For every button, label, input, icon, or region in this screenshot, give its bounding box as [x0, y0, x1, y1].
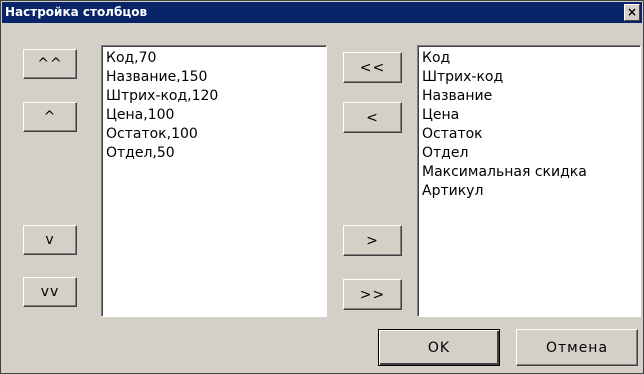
- move-top-button[interactable]: ^^: [23, 49, 77, 79]
- list-item[interactable]: Отдел: [422, 144, 640, 163]
- list-item[interactable]: Название,150: [106, 68, 326, 87]
- window-title: Настройка столбцов: [5, 5, 148, 19]
- list-item[interactable]: Отдел,50: [106, 144, 326, 163]
- add-button[interactable]: <: [343, 102, 402, 133]
- list-item[interactable]: Код,70: [106, 49, 326, 68]
- list-item[interactable]: Название: [422, 87, 640, 106]
- close-button[interactable]: ×: [624, 4, 640, 21]
- list-item[interactable]: Код: [422, 49, 640, 68]
- list-item[interactable]: Штрих-код: [422, 68, 640, 87]
- available-columns-list[interactable]: Код Штрих-код Название Цена Остаток Отде…: [417, 45, 641, 317]
- column-settings-dialog: Настройка столбцов × ^^ ^ v vv Код,70 На…: [0, 0, 644, 374]
- move-bottom-button[interactable]: vv: [23, 277, 77, 307]
- list-item[interactable]: Цена: [422, 106, 640, 125]
- remove-all-button[interactable]: >>: [343, 279, 402, 310]
- list-item[interactable]: Максимальная скидка: [422, 163, 640, 182]
- title-bar: Настройка столбцов ×: [2, 2, 642, 23]
- cancel-button[interactable]: Отмена: [516, 329, 638, 366]
- list-item[interactable]: Артикул: [422, 182, 640, 201]
- ok-button[interactable]: OK: [378, 329, 500, 366]
- move-down-button[interactable]: v: [23, 225, 77, 255]
- list-item[interactable]: Штрих-код,120: [106, 87, 326, 106]
- remove-button[interactable]: >: [343, 225, 402, 256]
- add-all-button[interactable]: <<: [343, 52, 402, 83]
- list-item[interactable]: Остаток: [422, 125, 640, 144]
- move-up-button[interactable]: ^: [23, 102, 77, 132]
- list-item[interactable]: Остаток,100: [106, 125, 326, 144]
- list-item[interactable]: Цена,100: [106, 106, 326, 125]
- selected-columns-list[interactable]: Код,70 Название,150 Штрих-код,120 Цена,1…: [101, 45, 327, 317]
